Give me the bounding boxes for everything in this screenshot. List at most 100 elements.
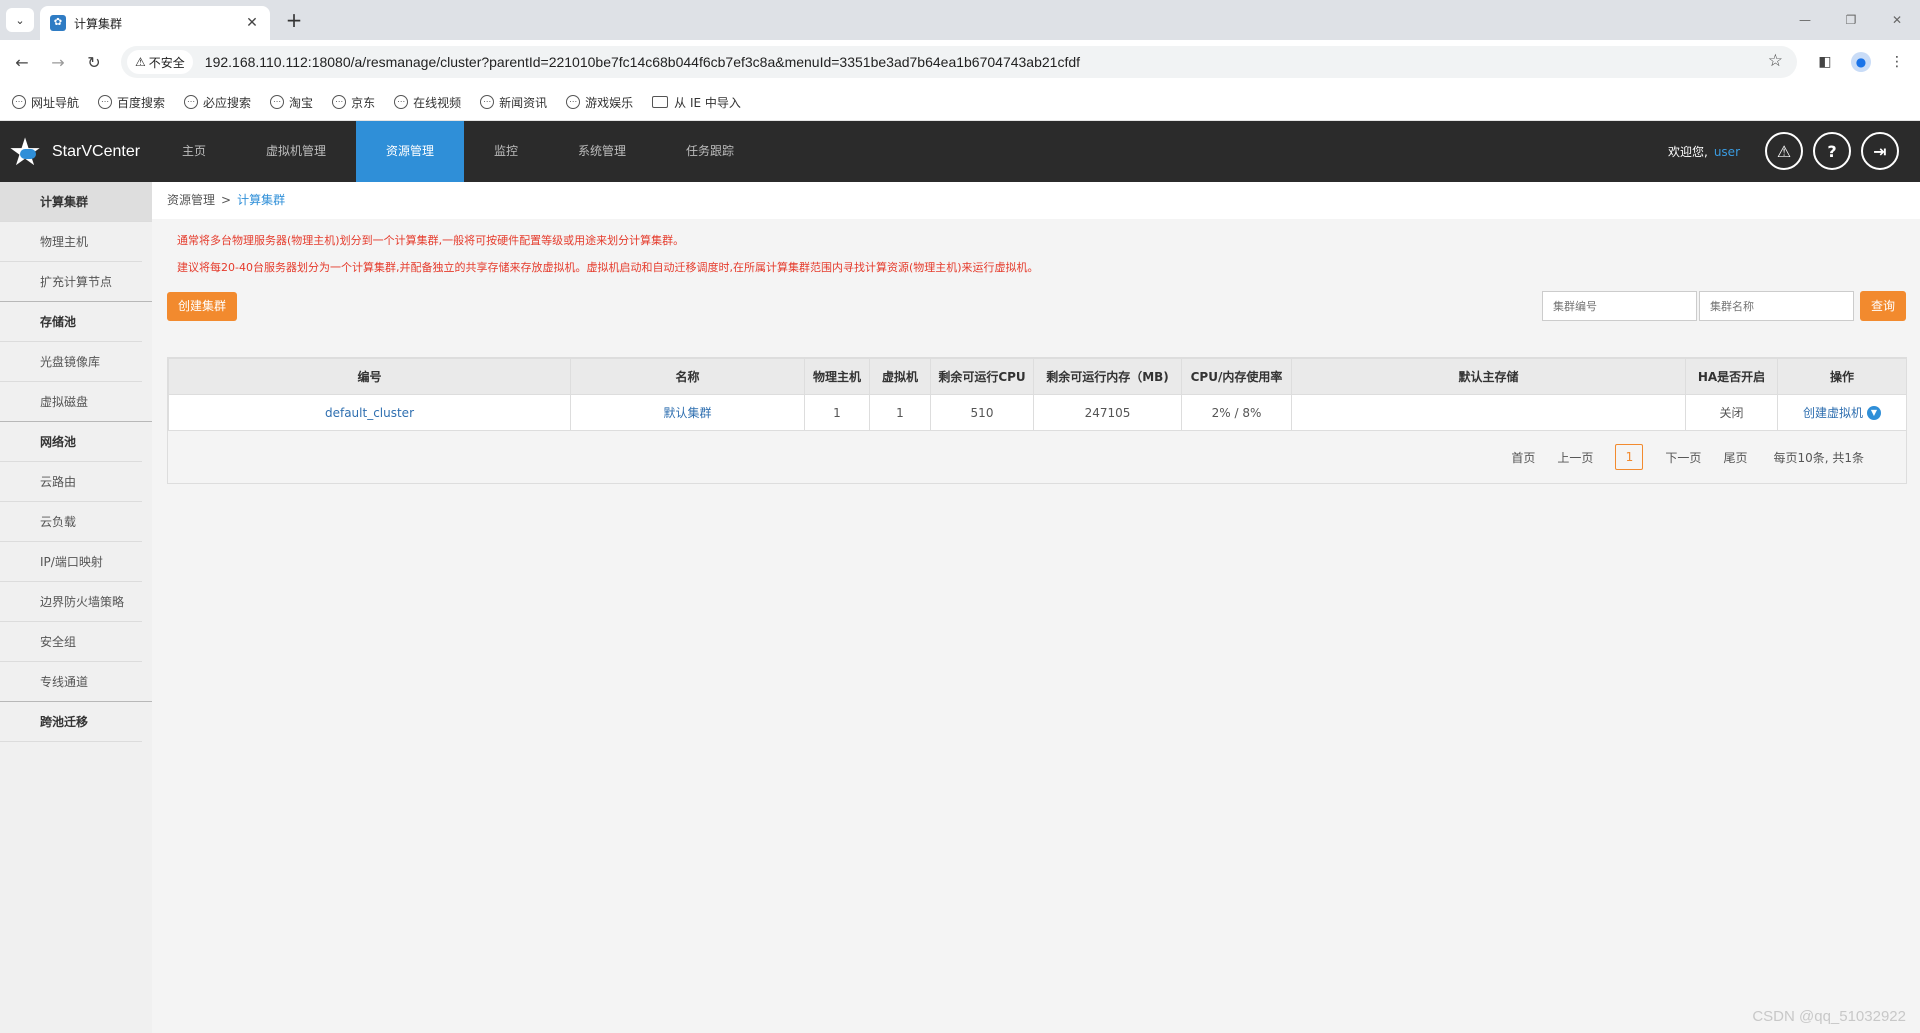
close-tab-icon[interactable]: ✕ bbox=[244, 15, 260, 31]
tab-search-icon[interactable]: ⌄ bbox=[6, 8, 34, 32]
next-page-link[interactable]: 下一页 bbox=[1665, 449, 1701, 466]
breadcrumb-current: 计算集群 bbox=[237, 193, 286, 207]
last-page-link[interactable]: 尾页 bbox=[1723, 449, 1747, 466]
new-tab-icon[interactable]: + bbox=[282, 8, 306, 32]
globe-icon: ⋯ bbox=[332, 95, 347, 109]
bookmark-item[interactable]: ⋯ 京东 bbox=[332, 94, 375, 111]
sidebar-item-security-group[interactable]: 安全组 bbox=[0, 622, 142, 662]
nav-resource-management[interactable]: 资源管理 bbox=[356, 121, 464, 182]
sidebar-item-cloud-lb[interactable]: 云负载 bbox=[0, 502, 142, 542]
back-icon[interactable]: ← bbox=[10, 50, 34, 74]
logout-icon[interactable]: ⇥ bbox=[1861, 132, 1899, 170]
column-header: 默认主存储 bbox=[1291, 358, 1686, 395]
browser-tabstrip: ⌄ ✿ 计算集群 ✕ + — ❐ ✕ bbox=[0, 0, 1920, 40]
sidebar-item-ip-port-mapping[interactable]: IP/端口映射 bbox=[0, 542, 142, 582]
profile-icon[interactable]: ● bbox=[1849, 50, 1873, 74]
current-page[interactable]: 1 bbox=[1615, 444, 1644, 470]
column-header: CPU/内存使用率 bbox=[1181, 358, 1292, 395]
first-page-link[interactable]: 首页 bbox=[1511, 449, 1535, 466]
window-controls: — ❐ ✕ bbox=[1782, 0, 1920, 40]
breadcrumb-parent[interactable]: 资源管理 bbox=[167, 193, 215, 207]
cluster-table: 编号 名称 物理主机 虚拟机 剩余可运行CPU 剩余可运行内存（MB) CPU/… bbox=[167, 357, 1907, 484]
column-header: 物理主机 bbox=[804, 358, 870, 395]
main-content: 资源管理 > 计算集群 通常将多台物理服务器(物理主机)划分到一个计算集群,一般将可… bbox=[152, 182, 1920, 1033]
column-header: 剩余可运行CPU bbox=[930, 358, 1034, 395]
alert-icon[interactable]: ⚠ bbox=[1765, 132, 1803, 170]
cluster-name-link[interactable]: 默认集群 bbox=[570, 394, 805, 431]
close-window-icon[interactable]: ✕ bbox=[1874, 0, 1920, 40]
security-chip[interactable]: ⚠ 不安全 bbox=[127, 50, 193, 74]
warning-icon: ⚠ bbox=[135, 55, 146, 69]
username-link[interactable]: user bbox=[1714, 145, 1740, 159]
nav-monitoring[interactable]: 监控 bbox=[464, 121, 548, 182]
nav-home[interactable]: 主页 bbox=[152, 121, 236, 182]
address-bar[interactable]: ⚠ 不安全 192.168.110.112:18080/a/resmanage/… bbox=[121, 46, 1797, 78]
security-label: 不安全 bbox=[148, 55, 185, 70]
sidebar-item-iso-library[interactable]: 光盘镜像库 bbox=[0, 342, 142, 382]
bookmark-item[interactable]: ⋯ 百度搜索 bbox=[98, 94, 165, 111]
pagination: 首页 上一页 1 下一页 尾页 每页10条, 共1条 bbox=[1489, 444, 1864, 470]
column-header: 虚拟机 bbox=[869, 358, 931, 395]
cell-mem: 247105 bbox=[1033, 394, 1182, 431]
cell-operation: 创建虚拟机 ▼ bbox=[1777, 394, 1907, 431]
bookmarks-bar: ⋯ 网址导航 ⋯ 百度搜索 ⋯ 必应搜索 ⋯ 淘宝 ⋯ 京东 ⋯ 在线视频 ⋯ 新闻资讯 ⋯ 游… bbox=[0, 84, 1920, 121]
url-text[interactable]: 192.168.110.112:18080/a/resmanage/cluste… bbox=[205, 54, 1080, 70]
cell-usage: 2% / 8% bbox=[1181, 394, 1292, 431]
globe-icon: ⋯ bbox=[98, 95, 113, 109]
sidebar-item-network-pool[interactable]: 网络池 bbox=[0, 422, 142, 462]
actions-row: 创建集群 查询 bbox=[152, 281, 1920, 329]
sidebar-item-expand-node[interactable]: 扩充计算节点 bbox=[0, 262, 152, 302]
globe-icon: ⋯ bbox=[270, 95, 285, 109]
sidebar-item-leased-line[interactable]: 专线通道 bbox=[0, 662, 152, 702]
bookmark-item[interactable]: ⋯ 在线视频 bbox=[394, 94, 461, 111]
sidebar-item-cloud-router[interactable]: 云路由 bbox=[0, 462, 142, 502]
cell-cpu: 510 bbox=[930, 394, 1034, 431]
cluster-name-input[interactable] bbox=[1699, 291, 1854, 321]
sidebar-item-storage-pool[interactable]: 存储池 bbox=[0, 302, 142, 342]
cluster-id-link[interactable]: default_cluster bbox=[168, 394, 571, 431]
bookmark-star-icon[interactable]: ☆ bbox=[1768, 51, 1783, 71]
sidebar-item-cross-pool-migration[interactable]: 跨池迁移 bbox=[0, 702, 142, 742]
sidebar-item-firewall-policy[interactable]: 边界防火墙策略 bbox=[0, 582, 142, 622]
folder-icon bbox=[652, 96, 669, 108]
table-header-row: 编号 名称 物理主机 虚拟机 剩余可运行CPU 剩余可运行内存（MB) CPU/… bbox=[168, 358, 1907, 395]
prev-page-link[interactable]: 上一页 bbox=[1557, 449, 1593, 466]
nav-vm-management[interactable]: 虚拟机管理 bbox=[236, 121, 356, 182]
nav-task-tracking[interactable]: 任务跟踪 bbox=[656, 121, 764, 182]
browser-tab[interactable]: ✿ 计算集群 ✕ bbox=[40, 6, 270, 40]
bookmark-item[interactable]: ⋯ 淘宝 bbox=[270, 94, 313, 111]
sidebar-item-physical-host[interactable]: 物理主机 bbox=[0, 222, 142, 262]
column-header: HA是否开启 bbox=[1685, 358, 1778, 395]
forward-icon[interactable]: → bbox=[46, 50, 70, 74]
sidebar-item-compute-cluster[interactable]: 计算集群 bbox=[0, 182, 152, 222]
main-nav: 主页 虚拟机管理 资源管理 监控 系统管理 任务跟踪 bbox=[152, 121, 764, 182]
bookmark-item[interactable]: ⋯ 网址导航 bbox=[12, 94, 79, 111]
bookmark-folder[interactable]: 从 IE 中导入 bbox=[652, 94, 741, 111]
table-row: default_cluster 默认集群 1 1 510 247105 2% /… bbox=[168, 394, 1907, 431]
sidebar: 计算集群 物理主机 扩充计算节点 存储池 光盘镜像库 虚拟磁盘 网络池 云路由 … bbox=[0, 182, 152, 1033]
welcome-text: 欢迎您, user bbox=[1668, 145, 1741, 159]
breadcrumb: 资源管理 > 计算集群 bbox=[152, 182, 1920, 219]
chevron-down-icon[interactable]: ▼ bbox=[1867, 405, 1881, 420]
restore-icon[interactable]: ❐ bbox=[1828, 0, 1874, 40]
cell-storage bbox=[1291, 394, 1686, 431]
bookmark-item[interactable]: ⋯ 必应搜索 bbox=[184, 94, 251, 111]
menu-kebab-icon[interactable]: ⋮ bbox=[1885, 50, 1909, 74]
cluster-id-input[interactable] bbox=[1542, 291, 1697, 321]
query-button[interactable]: 查询 bbox=[1860, 291, 1906, 321]
reload-icon[interactable]: ↻ bbox=[82, 50, 106, 74]
column-header: 操作 bbox=[1777, 358, 1907, 395]
side-panel-icon[interactable]: ◧ bbox=[1813, 50, 1837, 74]
create-cluster-button[interactable]: 创建集群 bbox=[167, 292, 237, 321]
nav-system-management[interactable]: 系统管理 bbox=[548, 121, 656, 182]
sidebar-item-virtual-disk[interactable]: 虚拟磁盘 bbox=[0, 382, 152, 422]
app-header: ★ StarVCenter 主页 虚拟机管理 资源管理 监控 系统管理 任务跟踪… bbox=[0, 121, 1920, 182]
create-vm-link[interactable]: 创建虚拟机 ▼ bbox=[1803, 404, 1881, 421]
bookmark-item[interactable]: ⋯ 游戏娱乐 bbox=[566, 94, 633, 111]
bookmark-item[interactable]: ⋯ 新闻资讯 bbox=[480, 94, 547, 111]
cell-vms: 1 bbox=[869, 394, 931, 431]
minimize-icon[interactable]: — bbox=[1782, 0, 1828, 40]
help-icon[interactable]: ? bbox=[1813, 132, 1851, 170]
logo[interactable]: ★ StarVCenter bbox=[8, 133, 140, 171]
globe-icon: ⋯ bbox=[566, 95, 581, 109]
